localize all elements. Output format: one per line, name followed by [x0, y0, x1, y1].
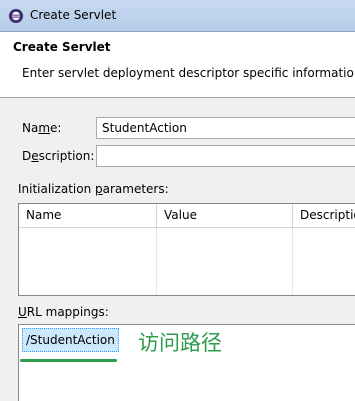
- annotation-text: 访问路径: [138, 331, 222, 355]
- annotation-underline: [20, 359, 117, 362]
- wizard-header: Create Servlet Enter servlet deployment …: [0, 32, 355, 98]
- column-divider: [156, 228, 157, 295]
- name-label: Name:: [22, 121, 62, 135]
- list-item[interactable]: /StudentAction: [22, 328, 119, 352]
- description-field[interactable]: [96, 145, 355, 167]
- column-header-name[interactable]: Name: [19, 204, 157, 228]
- page-title: Create Servlet: [13, 40, 111, 54]
- column-divider: [292, 228, 293, 295]
- column-header-value[interactable]: Value: [157, 204, 293, 228]
- window-title: Create Servlet: [30, 8, 117, 22]
- description-label: Description:: [22, 149, 95, 163]
- eclipse-icon: [9, 9, 23, 23]
- title-bar[interactable]: Create Servlet: [0, 0, 355, 32]
- page-description: Enter servlet deployment descriptor spec…: [22, 66, 355, 80]
- init-params-label: Initialization parameters:: [18, 182, 169, 196]
- column-header-description[interactable]: Description: [293, 204, 355, 228]
- init-params-table[interactable]: Name Value Description: [18, 203, 355, 296]
- url-mappings-label: URL mappings:: [18, 305, 109, 319]
- name-field[interactable]: StudentAction: [96, 117, 355, 139]
